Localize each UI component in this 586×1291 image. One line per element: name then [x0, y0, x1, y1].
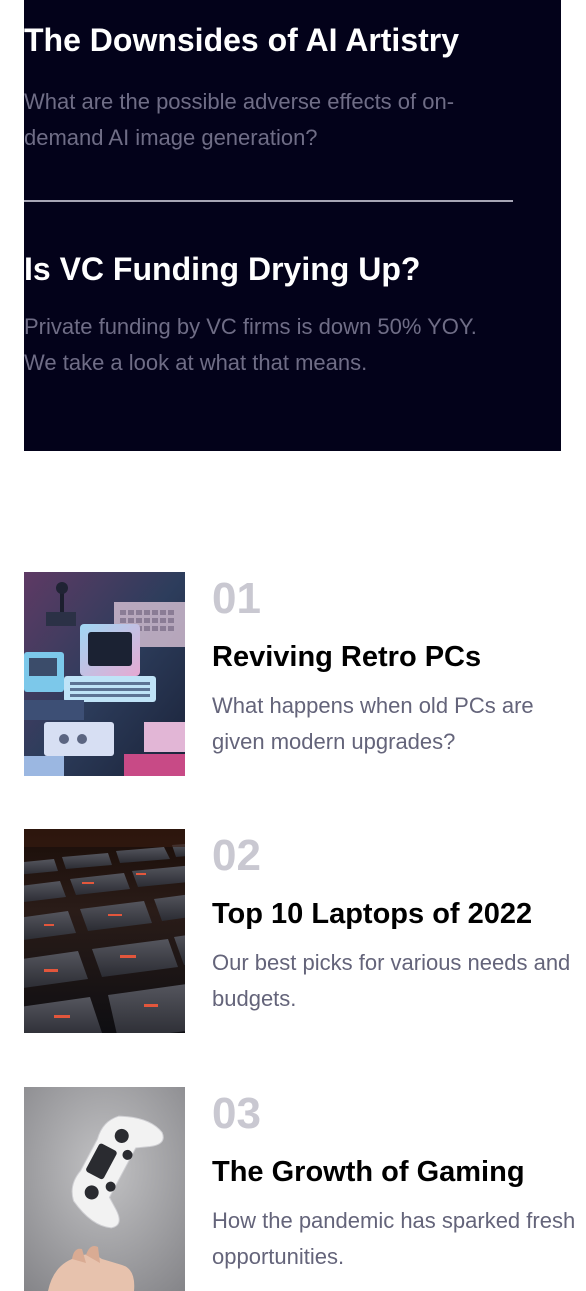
featured-title[interactable]: Is VC Funding Drying Up?	[24, 249, 514, 289]
article-title[interactable]: The Growth of Gaming	[212, 1141, 586, 1203]
article-number: 02	[212, 831, 261, 880]
article-text: 03 The Growth of Gaming How the pandemic…	[212, 1087, 586, 1275]
article-number: 03	[212, 1089, 261, 1138]
featured-article-ai-artistry[interactable]: The Downsides of AI Artistry What are th…	[24, 20, 514, 156]
article-description: How the pandemic has sparked fresh oppor…	[212, 1208, 576, 1269]
article-title[interactable]: Top 10 Laptops of 2022	[212, 883, 586, 945]
article-item-gaming-growth[interactable]: 03 The Growth of Gaming How the pandemic…	[24, 1087, 586, 1291]
laptop-keyboard-photo[interactable]	[24, 829, 185, 1033]
article-number: 01	[212, 574, 261, 623]
article-text: 02 Top 10 Laptops of 2022 Our best picks…	[212, 829, 586, 1017]
featured-article-vc-funding[interactable]: Is VC Funding Drying Up? Private funding…	[24, 249, 514, 381]
article-text: 01 Reviving Retro PCs What happens when …	[212, 572, 586, 760]
article-description: Our best picks for various needs and bud…	[212, 950, 571, 1011]
retro-pc-photo[interactable]	[24, 572, 185, 776]
featured-divider	[24, 200, 513, 202]
featured-description: What are the possible adverse effects of…	[24, 89, 455, 150]
article-title[interactable]: Reviving Retro PCs	[212, 626, 586, 688]
featured-description: Private funding by VC firms is down 50% …	[24, 314, 477, 375]
game-controller-photo[interactable]	[24, 1087, 185, 1291]
featured-title[interactable]: The Downsides of AI Artistry	[24, 20, 514, 60]
article-item-retro-pcs[interactable]: 01 Reviving Retro PCs What happens when …	[24, 572, 586, 776]
article-description: What happens when old PCs are given mode…	[212, 693, 534, 754]
article-item-top-laptops[interactable]: 02 Top 10 Laptops of 2022 Our best picks…	[24, 829, 586, 1033]
